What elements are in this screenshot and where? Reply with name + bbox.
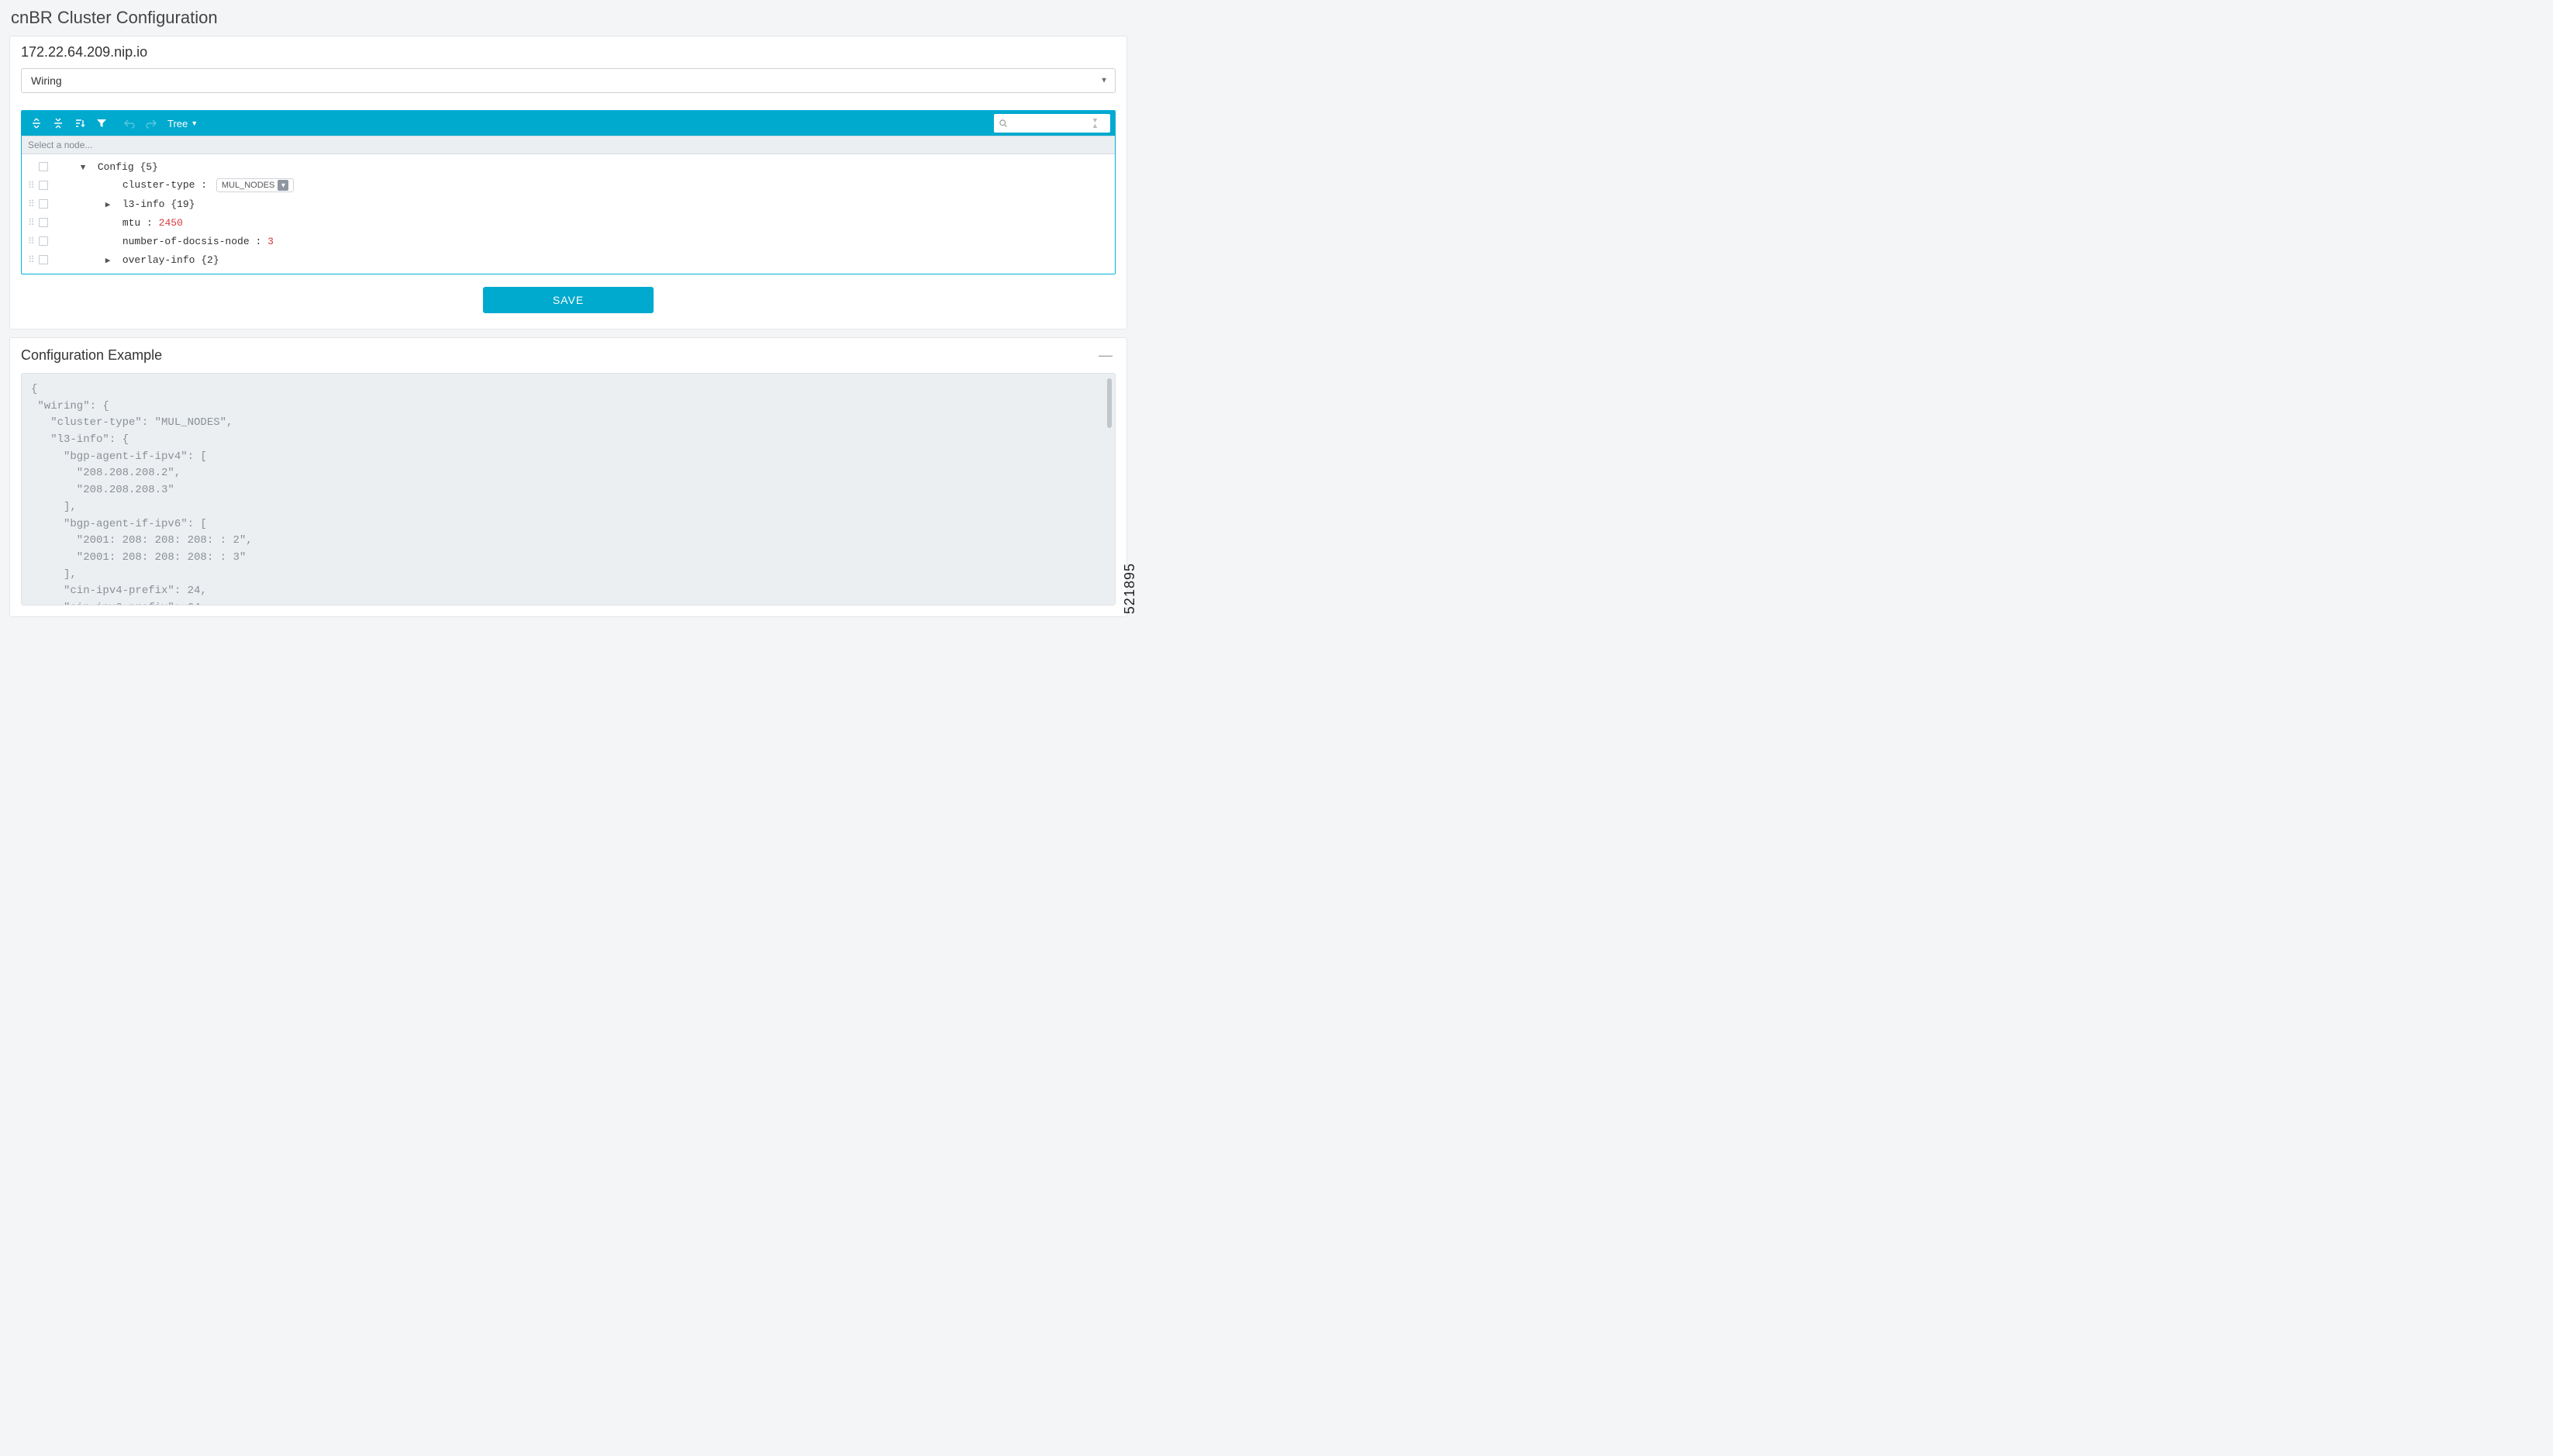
host-card: 172.22.64.209.nip.io ▼ [9,36,1127,329]
value-pill[interactable]: MUL_NODES ▾ [216,178,294,192]
view-mode-dropdown[interactable]: Tree ▼ [167,118,198,129]
example-card: Configuration Example — { "wiring": { "c… [9,337,1127,617]
row-checkbox[interactable] [39,181,48,190]
tree-row[interactable]: ⠿ ▶ l3-info {19} [22,195,1115,213]
drag-handle-icon[interactable]: ⠿ [28,236,36,247]
search-icon [999,119,1008,128]
row-checkbox[interactable] [39,218,48,227]
sort-icon[interactable] [70,113,90,133]
tree-row-root[interactable]: ▼ Config {5} [22,157,1115,176]
example-title: Configuration Example [21,347,162,364]
scrollbar-thumb[interactable] [1107,378,1112,428]
collapse-siblings-icon[interactable] [48,113,68,133]
row-checkbox[interactable] [39,199,48,209]
config-section-select-wrap: ▼ [21,68,1116,93]
drag-handle-icon[interactable]: ⠿ [28,198,36,210]
host-title: 172.22.64.209.nip.io [21,44,147,60]
tree-editor: Tree ▼ ▼ ▲ Select a node... [21,110,1116,274]
tree-row[interactable]: ⠿ ▶ overlay-info {2} [22,250,1115,269]
search-prev-icon[interactable]: ▲ [1092,123,1099,129]
page-title: cnBR Cluster Configuration [11,8,1127,28]
toggle-collapse-icon[interactable]: ▼ [78,164,88,173]
expand-siblings-icon[interactable] [26,113,47,133]
tree-row[interactable]: ⠿ number-of-docsis-node : 3 [22,232,1115,250]
row-checkbox[interactable] [39,255,48,264]
filter-icon[interactable] [91,113,112,133]
row-checkbox[interactable] [39,162,48,171]
tree-row[interactable]: ⠿ mtu : 2450 [22,213,1115,232]
search-input[interactable] [1011,118,1088,129]
clear-icon[interactable]: ▾ [278,180,288,191]
search-box: ▼ ▲ [994,114,1110,133]
tree-body: ▼ Config {5} ⠿ cluster-type [22,154,1115,274]
collapse-panel-icon[interactable]: — [1095,347,1116,364]
toggle-expand-icon[interactable]: ▶ [102,255,113,266]
image-id-label: 521895 [1122,563,1138,614]
chevron-down-icon: ▼ [191,119,198,127]
row-checkbox[interactable] [39,236,48,246]
tree-toolbar: Tree ▼ ▼ ▲ [22,111,1115,136]
config-section-select[interactable] [21,68,1116,93]
undo-icon[interactable] [119,113,140,133]
drag-handle-icon[interactable]: ⠿ [28,217,36,229]
tree-row[interactable]: ⠿ cluster-type : MUL_NODES ▾ [22,176,1115,195]
toggle-expand-icon[interactable]: ▶ [102,199,113,210]
example-code-block[interactable]: { "wiring": { "cluster-type": "MUL_NODES… [21,373,1116,606]
save-button[interactable]: SAVE [483,287,654,313]
redo-icon[interactable] [141,113,161,133]
view-mode-label: Tree [167,118,188,129]
drag-handle-icon[interactable]: ⠿ [28,254,36,266]
breadcrumb[interactable]: Select a node... [22,136,1115,154]
drag-handle-icon[interactable]: ⠿ [28,180,36,191]
